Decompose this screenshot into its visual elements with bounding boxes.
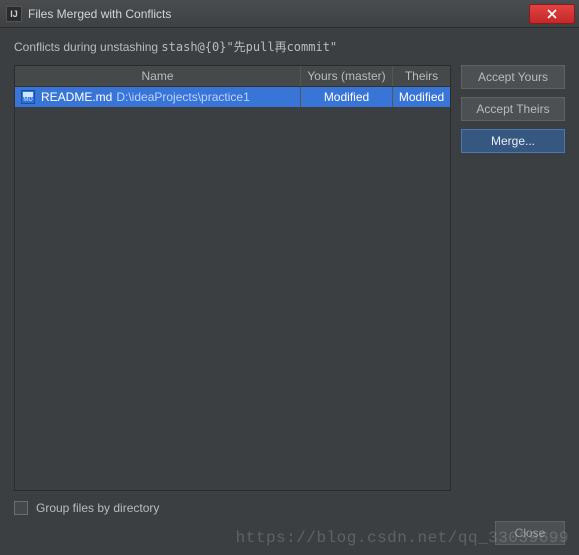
merge-button[interactable]: Merge...	[461, 129, 565, 153]
table-row[interactable]: MD README.md D:\ideaProjects\practice1 M…	[15, 87, 450, 107]
cell-yours: Modified	[300, 87, 392, 107]
file-icon: MD	[21, 90, 35, 104]
subtitle: Conflicts during unstashing stash@{0}"先p…	[14, 38, 565, 55]
main-row: Name Yours (master) Theirs MD README.md …	[14, 65, 565, 491]
close-icon	[547, 9, 557, 19]
group-by-directory-label: Group files by directory	[36, 501, 159, 515]
dialog-content: Conflicts during unstashing stash@{0}"先p…	[0, 28, 579, 555]
header-name[interactable]: Name	[15, 66, 300, 86]
group-by-directory-checkbox[interactable]	[14, 501, 28, 515]
subtitle-mono: stash@{0}"先pull再commit"	[161, 40, 337, 54]
side-buttons: Accept Yours Accept Theirs Merge...	[461, 65, 565, 491]
table-header: Name Yours (master) Theirs	[15, 66, 450, 87]
header-theirs[interactable]: Theirs	[392, 66, 450, 86]
file-name: README.md	[41, 90, 112, 104]
window-title: Files Merged with Conflicts	[28, 7, 171, 21]
accept-yours-button[interactable]: Accept Yours	[461, 65, 565, 89]
accept-theirs-button[interactable]: Accept Theirs	[461, 97, 565, 121]
bottom-row: Close	[14, 521, 565, 555]
file-path: D:\ideaProjects\practice1	[116, 90, 249, 104]
header-yours[interactable]: Yours (master)	[300, 66, 392, 86]
footer-row: Group files by directory	[14, 491, 565, 521]
app-icon: IJ	[6, 6, 22, 22]
cell-theirs: Modified	[392, 87, 450, 107]
cell-name: MD README.md D:\ideaProjects\practice1	[15, 87, 300, 107]
close-button[interactable]: Close	[495, 521, 565, 545]
window-close-button[interactable]	[529, 4, 575, 24]
title-bar: IJ Files Merged with Conflicts	[0, 0, 579, 28]
table-body: MD README.md D:\ideaProjects\practice1 M…	[15, 87, 450, 490]
subtitle-prefix: Conflicts during unstashing	[14, 40, 161, 54]
conflict-table: Name Yours (master) Theirs MD README.md …	[14, 65, 451, 491]
